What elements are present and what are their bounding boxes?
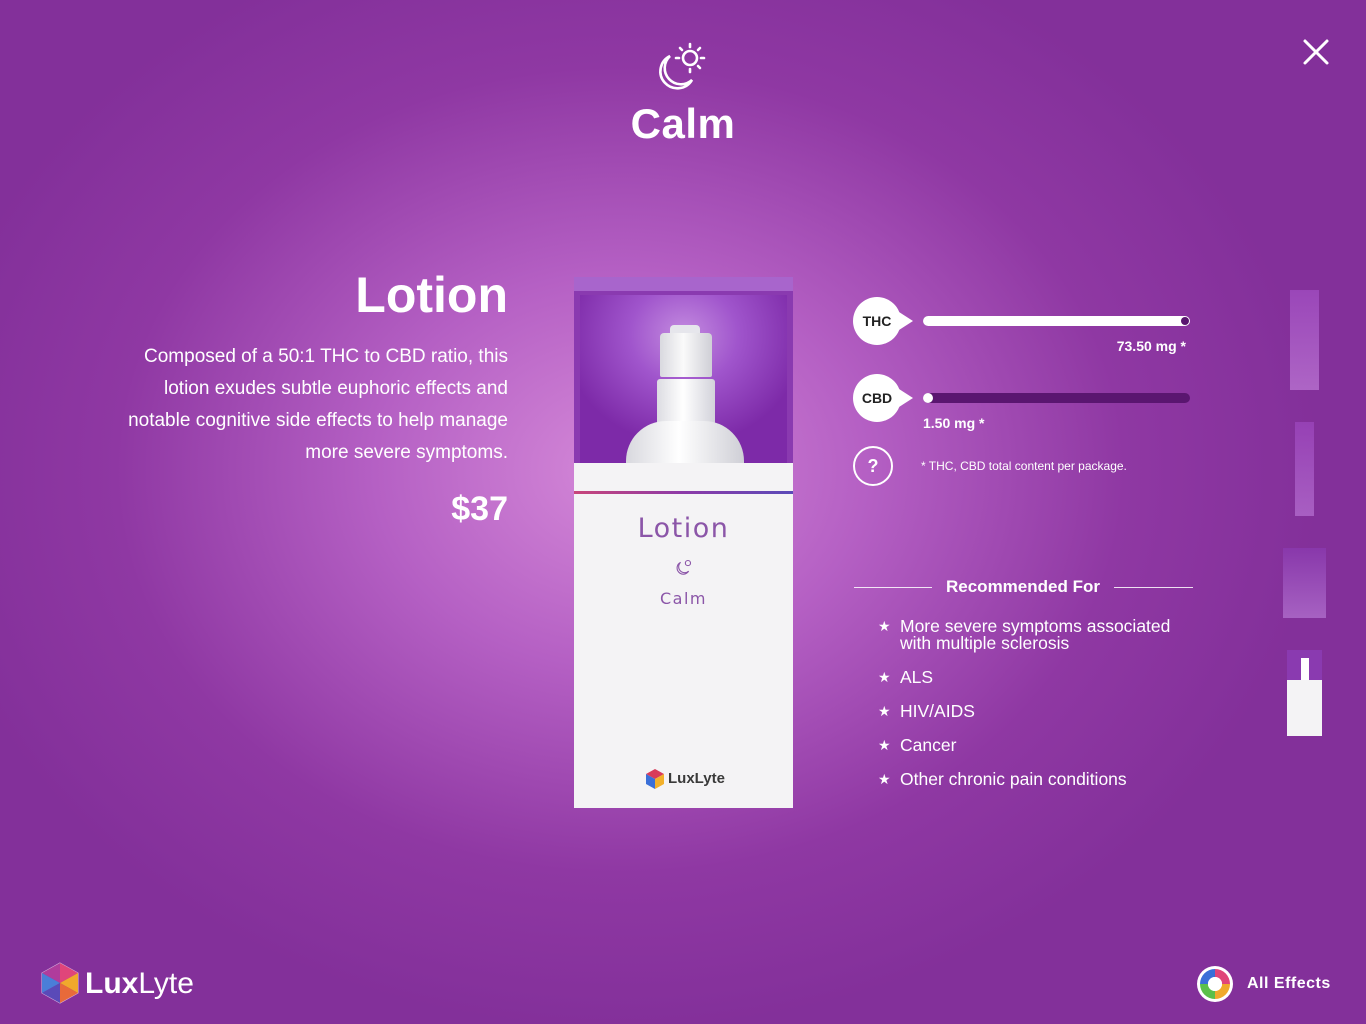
brand-logo-text: LuxLyte — [85, 967, 194, 1001]
product-price: $37 — [451, 490, 508, 528]
thc-label: THC — [853, 297, 913, 345]
moon-sun-icon — [676, 559, 692, 575]
recommended-item-label: More severe symptoms associated with mul… — [900, 616, 1171, 653]
recommended-heading: Recommended For — [946, 577, 1100, 596]
box-window — [580, 295, 787, 463]
product-thumbnail-3[interactable] — [1283, 548, 1326, 618]
star-icon: ★ — [878, 618, 891, 634]
product-image: Lotion Calm LuxLyte — [574, 277, 793, 808]
star-icon: ★ — [878, 703, 891, 719]
brand-logo-text-bold: Lux — [85, 967, 139, 1000]
product-thumbnail-4-selected[interactable] — [1287, 650, 1322, 736]
help-button[interactable]: ? — [853, 446, 893, 486]
cbd-bar-fill — [923, 393, 933, 403]
product-name: Lotion — [355, 267, 508, 323]
cbd-amount: 1.50 mg * — [923, 415, 985, 431]
box-stripe — [574, 491, 793, 494]
recommended-item-label: ALS — [900, 667, 934, 687]
all-effects-button[interactable]: All Effects — [1196, 964, 1336, 1006]
all-effects-label: All Effects — [1247, 975, 1331, 992]
thc-bar-fill — [923, 316, 1190, 326]
brand-logo: LuxLyte — [40, 961, 194, 1005]
box-rim — [574, 277, 793, 291]
box-logo: LuxLyte — [642, 768, 742, 792]
thumbnail-bottle — [1301, 658, 1309, 680]
star-icon: ★ — [878, 737, 891, 753]
recommended-item: ★ More severe symptoms associated with mu… — [878, 616, 1198, 653]
recommended-item: ★ Other chronic pain conditions — [878, 769, 1198, 789]
thc-amount: 73.50 mg * — [1116, 338, 1186, 354]
thc-bar-end — [1181, 317, 1189, 325]
product-thumbnail-2[interactable] — [1295, 422, 1314, 516]
box-label-name: Lotion — [637, 513, 730, 544]
recommended-item-label: Other chronic pain conditions — [900, 769, 1127, 789]
recommended-item-label: HIV/AIDS — [900, 701, 975, 721]
close-icon[interactable] — [1298, 34, 1334, 70]
box-label-panel: Lotion Calm LuxLyte — [574, 463, 793, 808]
divider — [854, 587, 932, 588]
product-description: Composed of a 50:1 THC to CBD ratio, thi… — [128, 346, 508, 463]
recommended-list: ★ More severe symptoms associated with mu… — [878, 616, 1198, 805]
color-wheel-icon — [1197, 966, 1233, 1002]
box-top — [574, 277, 793, 463]
moon-sun-icon — [659, 42, 706, 90]
divider — [1114, 587, 1193, 588]
cbd-label: CBD — [853, 374, 913, 422]
recommended-item: ★ ALS — [878, 667, 1198, 687]
bottle-pump — [660, 333, 712, 377]
bottle-body — [626, 421, 744, 463]
product-thumbnail-1[interactable] — [1290, 290, 1319, 390]
effect-title: Calm — [630, 100, 736, 147]
box-label-effect: Calm — [659, 589, 707, 608]
star-icon: ★ — [878, 669, 891, 685]
box-logo-text: LuxLyte — [668, 770, 725, 787]
cube-logo-icon — [646, 769, 664, 789]
recommended-item: ★ HIV/AIDS — [878, 701, 1198, 721]
cbd-bar — [923, 393, 1190, 403]
recommended-item: ★ Cancer — [878, 735, 1198, 755]
potency-note: * THC, CBD total content per package. — [921, 459, 1127, 473]
star-icon: ★ — [878, 771, 891, 787]
recommended-item-label: Cancer — [900, 735, 957, 755]
thc-bar — [923, 316, 1190, 326]
brand-logo-text-regular: Lyte — [138, 967, 194, 1000]
brand-logo-icon — [41, 962, 79, 1004]
bottle-cap — [657, 379, 715, 425]
